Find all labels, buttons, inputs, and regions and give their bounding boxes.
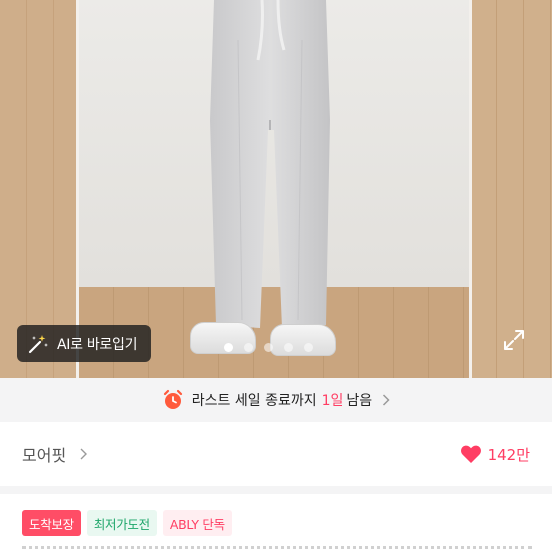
floor-left — [0, 0, 80, 378]
product-title-cut-off — [22, 546, 532, 552]
carousel-dot[interactable] — [264, 343, 273, 352]
like-button[interactable]: 142만 — [460, 444, 530, 465]
sale-banner-suffix: 남음 — [346, 393, 373, 409]
like-count: 142만 — [487, 445, 530, 464]
sale-remaining-days: 1일 — [321, 393, 344, 409]
product-pants-image — [210, 0, 330, 328]
product-image-carousel[interactable]: AI로 바로입기 — [0, 0, 552, 378]
store-row: 모어핏 142만 — [0, 422, 552, 486]
badge-lowest-price: 최저가도전 — [86, 510, 157, 536]
badge-arrival-guarantee: 도착보장 — [22, 510, 81, 536]
store-name-link[interactable]: 모어핏 — [22, 442, 66, 466]
product-badges: 도착보장 최저가도전 ABLY 단독 — [22, 510, 232, 536]
floor-right — [470, 0, 552, 378]
last-sale-banner[interactable]: 라스트 세일 종료까지 1일 남음 — [0, 378, 552, 422]
ai-try-on-button[interactable]: AI로 바로입기 — [17, 325, 152, 362]
magic-wand-icon — [28, 334, 48, 353]
carousel-dot[interactable] — [244, 343, 253, 352]
carousel-dot[interactable] — [224, 343, 233, 352]
chevron-right-icon — [383, 394, 390, 406]
carousel-dot[interactable] — [304, 343, 313, 352]
sale-banner-label: 라스트 세일 종료까지 — [191, 393, 317, 409]
ai-try-on-label: AI로 바로입기 — [57, 336, 138, 353]
badge-ably-exclusive: ABLY 단독 — [162, 510, 232, 536]
section-divider — [0, 486, 552, 494]
chevron-right-icon[interactable] — [80, 448, 88, 460]
expand-icon[interactable] — [502, 328, 526, 352]
heart-icon — [460, 445, 481, 463]
carousel-indicator — [224, 343, 313, 352]
alarm-clock-icon — [163, 389, 182, 409]
carousel-dot[interactable] — [284, 343, 293, 352]
